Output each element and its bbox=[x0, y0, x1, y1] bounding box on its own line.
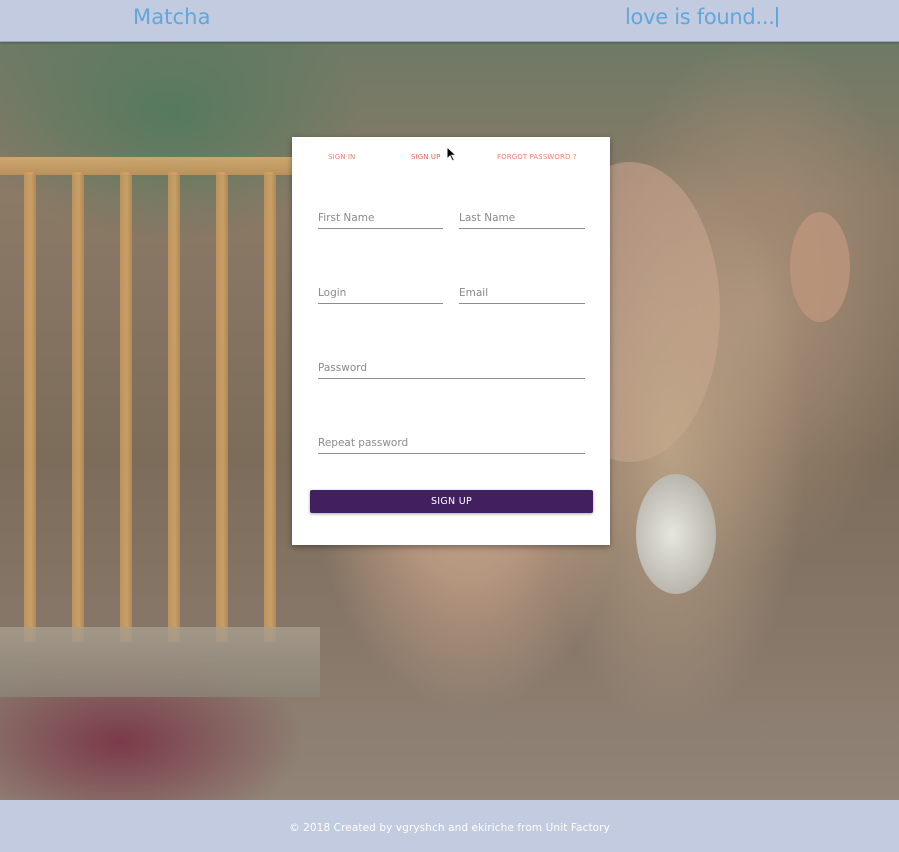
tagline: love is found... bbox=[625, 5, 778, 29]
top-bar: Matcha love is found... bbox=[0, 0, 899, 42]
email-field[interactable] bbox=[459, 280, 585, 303]
mouse-pointer-icon bbox=[446, 146, 458, 162]
first-name-field-wrapper bbox=[318, 205, 443, 229]
crib-rails bbox=[0, 172, 310, 642]
footer-credits: © 2018 Created by vgryshch and ekiriche … bbox=[289, 822, 610, 834]
tab-sign-in[interactable]: SIGN IN bbox=[328, 153, 355, 161]
tab-forgot-password[interactable]: FORGOT PASSWORD ? bbox=[497, 153, 577, 161]
first-name-field[interactable] bbox=[318, 205, 443, 228]
typing-caret bbox=[775, 7, 778, 27]
email-field-wrapper bbox=[459, 280, 585, 304]
sign-up-button[interactable]: SIGN UP bbox=[310, 490, 593, 513]
login-field[interactable] bbox=[318, 280, 443, 303]
tagline-text: love is found... bbox=[625, 5, 775, 29]
tab-sign-up[interactable]: SIGN UP bbox=[411, 153, 440, 161]
password-field[interactable] bbox=[318, 355, 585, 378]
earring-blur bbox=[636, 474, 716, 594]
repeat-password-field[interactable] bbox=[318, 430, 585, 453]
brand-logo[interactable]: Matcha bbox=[133, 5, 211, 29]
last-name-field[interactable] bbox=[459, 205, 585, 228]
last-name-field-wrapper bbox=[459, 205, 585, 229]
ear-blur bbox=[790, 212, 850, 322]
password-field-wrapper bbox=[318, 355, 585, 379]
crib-bottom-rail bbox=[0, 627, 320, 697]
login-field-wrapper bbox=[318, 280, 443, 304]
repeat-password-field-wrapper bbox=[318, 430, 585, 454]
auth-card: SIGN IN SIGN UP FORGOT PASSWORD ? SIGN U… bbox=[292, 137, 610, 545]
footer: © 2018 Created by vgryshch and ekiriche … bbox=[0, 800, 899, 852]
